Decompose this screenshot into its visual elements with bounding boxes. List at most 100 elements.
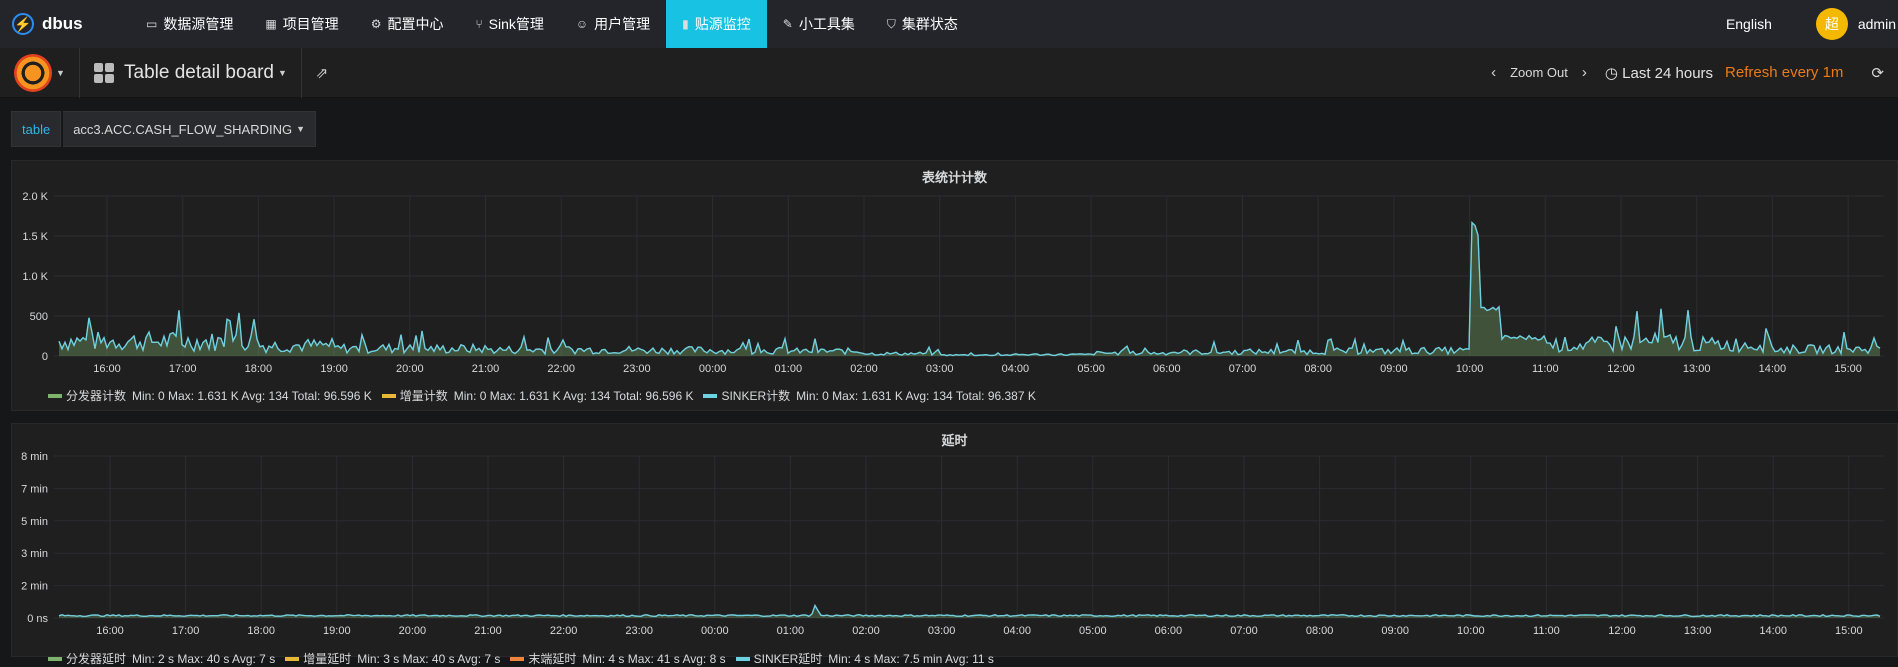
legend-stats: Min: 0 Max: 1.631 K Avg: 134 Total: 96.5… xyxy=(132,388,372,403)
y-tick-label: 500 xyxy=(30,311,48,323)
grafana-menu-button[interactable]: ▼ xyxy=(0,47,80,98)
x-tick-label: 21:00 xyxy=(472,363,500,375)
series-area xyxy=(59,222,1880,356)
x-tick-label: 13:00 xyxy=(1683,363,1711,375)
y-tick-label: 1.5 K xyxy=(22,231,48,243)
chevron-left-icon[interactable]: ‹ xyxy=(1487,64,1500,81)
x-tick-label: 17:00 xyxy=(169,363,197,375)
nav-item-label: 项目管理 xyxy=(282,16,339,32)
x-tick-label: 11:00 xyxy=(1532,363,1559,375)
x-tick-label: 05:00 xyxy=(1077,363,1105,375)
x-tick-label: 03:00 xyxy=(928,625,956,637)
dashboard-title: Table detail board xyxy=(124,61,274,83)
legend-name: 增量延时 xyxy=(303,652,352,666)
x-tick-label: 01:00 xyxy=(775,363,803,375)
caret-down-icon: ▼ xyxy=(278,67,287,78)
x-tick-label: 23:00 xyxy=(623,363,651,375)
legend-name: 末端延时 xyxy=(528,652,577,666)
zoom-out-button[interactable]: Zoom Out xyxy=(1510,65,1568,80)
nav-item-label: 贴源监控 xyxy=(694,16,751,32)
gear-icon: ⚙ xyxy=(370,17,382,31)
legend-stats: Min: 0 Max: 1.631 K Avg: 134 Total: 96.3… xyxy=(796,388,1036,403)
username[interactable]: admin xyxy=(1858,16,1896,32)
chevron-right-icon[interactable]: › xyxy=(1578,64,1591,81)
x-tick-label: 14:00 xyxy=(1759,363,1787,375)
legend-item[interactable]: 末端延时 Min: 4 s Max: 41 s Avg: 8 s xyxy=(510,650,726,667)
y-tick-label: 1.0 K xyxy=(22,271,48,283)
user-icon: ☺ xyxy=(575,17,589,31)
legend-item[interactable]: 增量延时 Min: 3 s Max: 40 s Avg: 7 s xyxy=(285,650,500,667)
nav-item-2[interactable]: ⚙ 配置中心 xyxy=(355,0,460,48)
x-tick-label: 18:00 xyxy=(245,363,273,375)
nav-item-0[interactable]: ▭ 数据源管理 xyxy=(130,0,249,48)
grafana-logo-icon xyxy=(14,53,52,92)
legend-item[interactable]: 增量计数 Min: 0 Max: 1.631 K Avg: 134 Total: … xyxy=(381,387,694,404)
x-tick-label: 16:00 xyxy=(93,363,121,375)
nav-item-1[interactable]: ▦ 项目管理 xyxy=(249,0,354,48)
dashboard-toolbar: ▼ Table detail board ▼ ⇗ ‹ Zoom Out › ◷ … xyxy=(0,47,1898,98)
nav-item-label: Sink管理 xyxy=(488,16,544,32)
share-icon[interactable]: ⇗ xyxy=(302,64,342,82)
x-tick-label: 13:00 xyxy=(1684,625,1712,637)
x-tick-label: 23:00 xyxy=(625,625,653,637)
nav-menu: ▭ 数据源管理 ▦ 项目管理 ⚙ 配置中心 ⑂ Sink管理 ☺ 用户管理 ▮ 贴源监控 ✎ 小工具集 ⛉ 集… xyxy=(130,0,974,48)
legend-stats: Min: 2 s Max: 40 s Avg: 7 s xyxy=(132,651,276,666)
refresh-icon[interactable]: ⟳ xyxy=(1871,64,1884,82)
clock-icon: ◷ xyxy=(1604,64,1623,82)
nav-item-label: 集群状态 xyxy=(901,16,958,32)
legend-name: 分发器计数 xyxy=(66,389,127,403)
x-tick-label: 00:00 xyxy=(699,363,727,375)
y-tick-label: 7 min xyxy=(21,483,48,495)
x-tick-label: 15:00 xyxy=(1834,363,1862,375)
x-tick-label: 05:00 xyxy=(1079,625,1107,637)
legend-swatch xyxy=(48,656,62,661)
x-tick-label: 01:00 xyxy=(777,625,805,637)
y-tick-label: 3 min xyxy=(21,548,48,560)
x-tick-label: 16:00 xyxy=(96,625,124,637)
legend-name: 分发器延时 xyxy=(66,652,127,666)
language-switch[interactable]: English xyxy=(1726,16,1772,32)
nav-item-5[interactable]: ▮ 贴源监控 xyxy=(666,0,767,48)
chart-table-count[interactable]: 2.0 K 1.5 K 1.0 K 500 0 16:00 17:00 18:00 19:00 2… xyxy=(12,161,1898,412)
shield-icon: ⛉ xyxy=(886,16,896,31)
y-tick-label: 0 xyxy=(42,351,48,363)
nav-item-4[interactable]: ☺ 用户管理 xyxy=(560,0,666,48)
legend-name: 增量计数 xyxy=(399,389,448,403)
x-tick-label: 22:00 xyxy=(550,625,578,637)
legend-stats: Min: 4 s Max: 41 s Avg: 8 s xyxy=(582,651,726,666)
variable-dropdown[interactable]: acc3.ACC.CASH_FLOW_SHARDING ▼ xyxy=(63,111,317,147)
time-range-picker[interactable]: ◷ Last 24 hours xyxy=(1605,64,1713,82)
legend-item[interactable]: SINKER计数 Min: 0 Max: 1.631 K Avg: 134 Tot… xyxy=(703,387,1036,404)
nav-item-3[interactable]: ⑂ Sink管理 xyxy=(459,0,559,48)
nav-item-6[interactable]: ✎ 小工具集 xyxy=(767,0,871,48)
legend-item[interactable]: 分发器计数 Min: 0 Max: 1.631 K Avg: 134 Total:… xyxy=(48,387,372,404)
x-tick-label: 12:00 xyxy=(1608,625,1636,637)
x-tick-label: 22:00 xyxy=(547,363,575,375)
x-tick-label: 06:00 xyxy=(1153,363,1181,375)
nav-item-7[interactable]: ⛉ 集群状态 xyxy=(871,0,974,48)
x-tick-label: 00:00 xyxy=(701,625,729,637)
x-tick-label: 21:00 xyxy=(474,625,502,637)
legend-name: SINKER计数 xyxy=(721,389,791,403)
legend-stats: Min: 3 s Max: 40 s Avg: 7 s xyxy=(357,651,501,666)
avatar[interactable]: 超 xyxy=(1815,8,1848,40)
brand[interactable]: ⚡ dbus xyxy=(0,0,130,48)
y-tick-label: 0 ns xyxy=(27,613,48,625)
chart-latency[interactable]: 8 min 7 min 5 min 3 min 2 min 0 ns 16:00 17:00 1… xyxy=(12,424,1898,658)
grid-icon: ▦ xyxy=(265,17,277,31)
x-tick-label: 04:00 xyxy=(1003,625,1031,637)
dashboard-picker[interactable]: Table detail board ▼ xyxy=(80,47,302,98)
x-tick-label: 07:00 xyxy=(1230,625,1258,637)
refresh-interval[interactable]: Refresh every 1m xyxy=(1725,64,1843,81)
legend-item[interactable]: SINKER延时 Min: 4 s Max: 7.5 min Avg: 11 s xyxy=(735,650,994,667)
dashboard-grid-icon xyxy=(94,62,114,83)
legend-item[interactable]: 分发器延时 Min: 2 s Max: 40 s Avg: 7 s xyxy=(48,650,275,667)
x-tick-label: 19:00 xyxy=(323,625,351,637)
legend-stats: Min: 4 s Max: 7.5 min Avg: 11 s xyxy=(828,651,994,666)
fork-icon: ⑂ xyxy=(475,17,483,31)
caret-down-icon: ▼ xyxy=(296,124,306,134)
caret-down-icon: ▼ xyxy=(56,67,65,78)
x-tick-label: 20:00 xyxy=(396,363,424,375)
series-line-dispatcher xyxy=(58,221,1881,357)
legend-stats: Min: 0 Max: 1.631 K Avg: 134 Total: 96.5… xyxy=(453,388,694,403)
